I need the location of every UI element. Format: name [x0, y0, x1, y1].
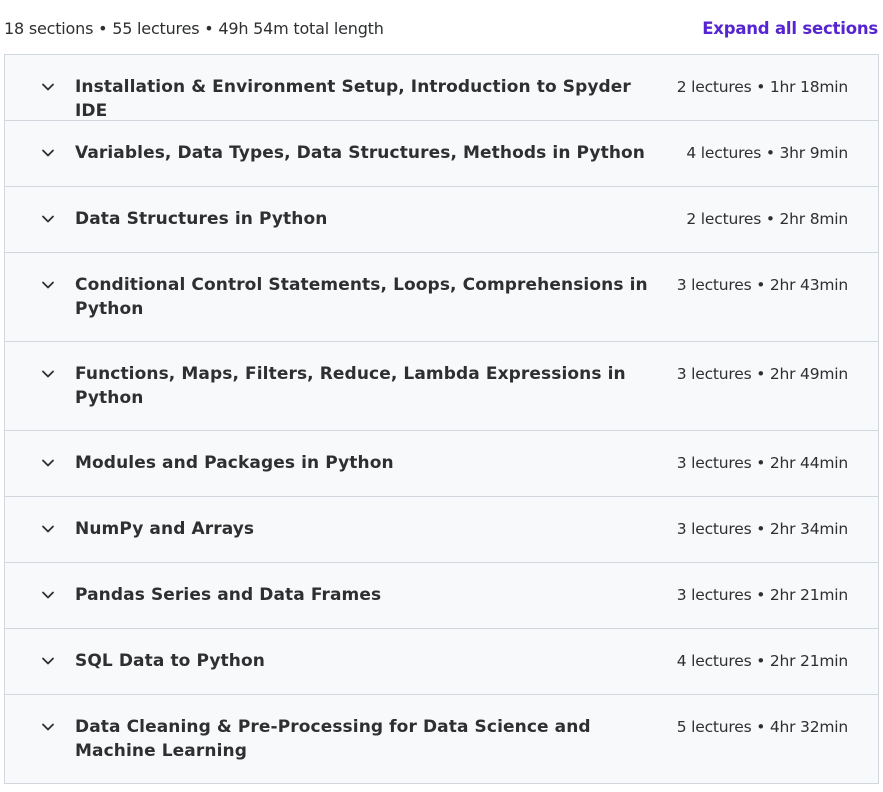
section-title: Data Structures in Python — [75, 209, 328, 229]
curriculum-summary: 18 sections • 55 lectures • 49h 54m tota… — [4, 18, 384, 38]
section-content-summary: 2 lectures • 1hr 18min — [676, 78, 848, 96]
section-content-summary: 4 lectures • 2hr 21min — [676, 652, 848, 670]
section-panel[interactable]: Data Structures in Python 2 lectures • 2… — [5, 187, 878, 253]
section-content-summary: 3 lectures • 2hr 49min — [676, 365, 848, 383]
chevron-down-icon — [40, 521, 56, 537]
chevron-down-icon — [40, 455, 56, 471]
chevron-down-icon — [40, 366, 56, 382]
section-title: NumPy and Arrays — [75, 519, 255, 539]
chevron-down-icon — [40, 79, 56, 95]
section-panel[interactable]: NumPy and Arrays 3 lectures • 2hr 34min — [5, 497, 878, 563]
section-title: Installation & Environment Setup, Introd… — [75, 77, 631, 121]
chevron-down-icon — [40, 653, 56, 669]
section-title: SQL Data to Python — [75, 651, 265, 671]
section-list: Installation & Environment Setup, Introd… — [4, 54, 879, 784]
section-panel[interactable]: Conditional Control Statements, Loops, C… — [5, 253, 878, 342]
section-content-summary: 2 lectures • 2hr 8min — [686, 210, 848, 228]
section-content-summary: 5 lectures • 4hr 32min — [676, 718, 848, 736]
section-panel[interactable]: Variables, Data Types, Data Structures, … — [5, 121, 878, 187]
section-title: Pandas Series and Data Frames — [75, 585, 382, 605]
section-title: Conditional Control Statements, Loops, C… — [75, 275, 648, 319]
section-panel[interactable]: Modules and Packages in Python 3 lecture… — [5, 431, 878, 497]
section-content-summary: 3 lectures • 2hr 21min — [676, 586, 848, 604]
section-panel[interactable]: Pandas Series and Data Frames 3 lectures… — [5, 563, 878, 629]
section-title: Variables, Data Types, Data Structures, … — [75, 143, 646, 163]
section-panel[interactable]: Installation & Environment Setup, Introd… — [5, 55, 878, 121]
curriculum-summary-bar: 18 sections • 55 lectures • 49h 54m tota… — [0, 0, 883, 56]
section-panel[interactable]: Functions, Maps, Filters, Reduce, Lambda… — [5, 342, 878, 431]
section-panel[interactable]: SQL Data to Python 4 lectures • 2hr 21mi… — [5, 629, 878, 695]
chevron-down-icon — [40, 719, 56, 735]
section-content-summary: 3 lectures • 2hr 34min — [676, 520, 848, 538]
chevron-down-icon — [40, 145, 56, 161]
section-title: Functions, Maps, Filters, Reduce, Lambda… — [75, 364, 626, 408]
expand-all-sections-button[interactable]: Expand all sections — [702, 19, 878, 38]
section-content-summary: 3 lectures • 2hr 43min — [676, 276, 848, 294]
section-content-summary: 4 lectures • 3hr 9min — [686, 144, 848, 162]
section-title: Modules and Packages in Python — [75, 453, 394, 473]
chevron-down-icon — [40, 587, 56, 603]
chevron-down-icon — [40, 277, 56, 293]
section-content-summary: 3 lectures • 2hr 44min — [676, 454, 848, 472]
section-title: Data Cleaning & Pre-Processing for Data … — [75, 717, 591, 761]
chevron-down-icon — [40, 211, 56, 227]
section-panel[interactable]: Data Cleaning & Pre-Processing for Data … — [5, 695, 878, 784]
